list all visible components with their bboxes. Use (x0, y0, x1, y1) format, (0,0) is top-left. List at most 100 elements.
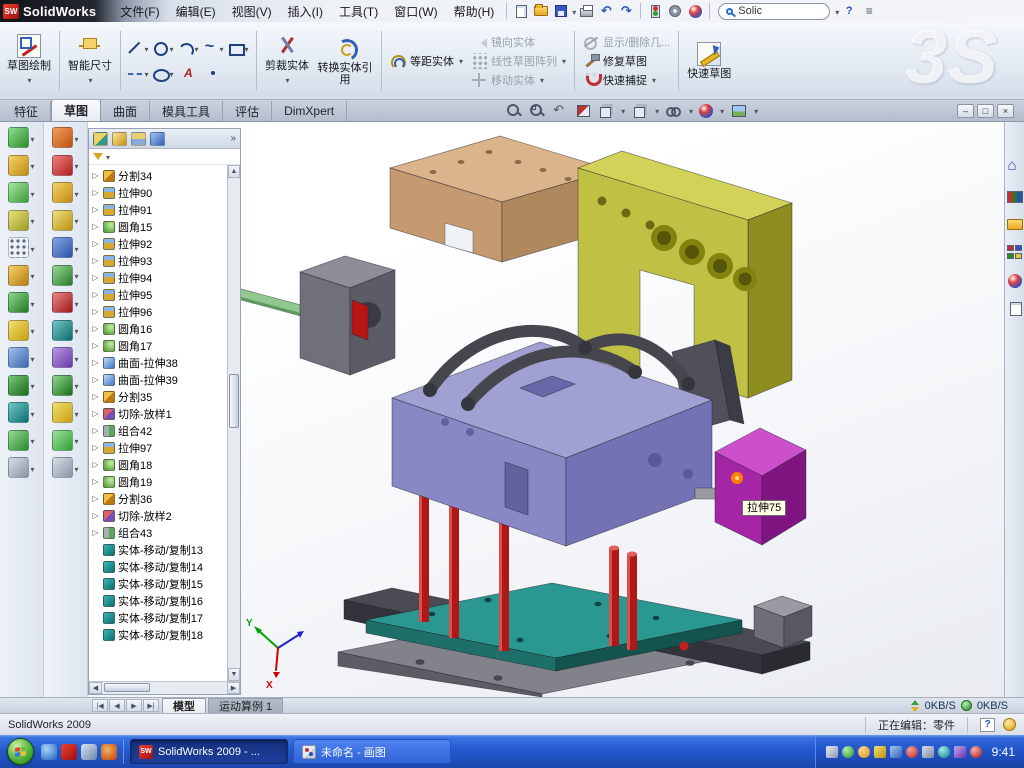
left-toolbar-button[interactable] (8, 375, 34, 396)
centerline-button[interactable] (126, 61, 151, 86)
restore-button[interactable] (977, 104, 994, 118)
expand-arrow-icon[interactable] (91, 256, 100, 265)
part-red-bolt[interactable] (680, 642, 689, 651)
expand-arrow-icon[interactable] (91, 511, 100, 520)
tree-item[interactable]: 拉伸92 (91, 235, 227, 252)
tree-item[interactable]: 切除-放样1 (91, 405, 227, 422)
left-toolbar-button[interactable] (52, 182, 78, 203)
part-support-block[interactable] (754, 596, 812, 648)
configurationmanager-tab-icon[interactable] (131, 132, 146, 146)
last-tab-icon[interactable] (143, 699, 159, 712)
tray-icon-messenger[interactable] (906, 746, 918, 758)
search-input[interactable]: Solic (738, 5, 762, 17)
search-box[interactable]: Solic (718, 3, 830, 20)
zoom-fit-icon[interactable] (505, 102, 522, 118)
tree-item[interactable]: 分割35 (91, 388, 227, 405)
tree-item[interactable]: 圆角18 (91, 456, 227, 473)
ellipse-button[interactable] (151, 61, 176, 86)
edit-appearance-icon[interactable] (685, 2, 705, 20)
menu-edit[interactable]: 编辑(E) (168, 0, 224, 23)
sketch-text-button[interactable] (176, 61, 201, 86)
expand-arrow-icon[interactable] (91, 324, 100, 333)
offset-entities-button[interactable]: 等距实体 (387, 53, 466, 69)
tab-dimxpert[interactable]: DimXpert (272, 101, 347, 121)
left-toolbar-button[interactable] (52, 292, 78, 313)
prev-tab-icon[interactable] (109, 699, 125, 712)
trim-entities-button[interactable]: 剪裁实体 (262, 25, 312, 96)
part-clamp-block[interactable] (300, 256, 395, 375)
tree-item[interactable]: 拉伸91 (91, 201, 227, 218)
left-toolbar-button[interactable] (8, 320, 34, 341)
sketch-button[interactable]: 草图绘制 (4, 25, 54, 96)
left-toolbar-button[interactable] (52, 155, 78, 176)
expand-arrow-icon[interactable] (91, 307, 100, 316)
options-gear-icon[interactable] (665, 2, 685, 20)
left-toolbar-button[interactable] (52, 347, 78, 368)
graphics-area[interactable]: Y X 拉伸75 分割34 拉伸90 拉伸9 (88, 122, 1004, 697)
menu-insert[interactable]: 插入(I) (280, 0, 331, 23)
redo-icon[interactable] (616, 2, 636, 20)
mirror-entities-button[interactable]: 镜向实体 (468, 34, 569, 50)
tree-item[interactable]: 实体-移动/复制18 (91, 626, 227, 643)
help-icon[interactable] (839, 2, 859, 20)
left-toolbar-button[interactable] (8, 265, 34, 286)
rapid-sketch-button[interactable]: 快速草图 (684, 25, 734, 96)
menu-view[interactable]: 视图(V) (224, 0, 280, 23)
convert-entities-button[interactable]: 转换实体引用 (314, 25, 376, 96)
taskbar-window-solidworks[interactable]: SW SolidWorks 2009 - ... (130, 739, 288, 764)
tree-item[interactable]: 实体-移动/复制14 (91, 558, 227, 575)
tray-icon-security-shield[interactable] (874, 746, 886, 758)
expand-arrow-icon[interactable] (91, 239, 100, 248)
open-folder-icon[interactable] (531, 2, 551, 20)
menu-window[interactable]: 窗口(W) (386, 0, 445, 23)
motion-study-tab[interactable]: 运动算例 1 (208, 698, 283, 713)
tree-item[interactable]: 组合43 (91, 524, 227, 541)
tray-icon-download-manager[interactable] (938, 746, 950, 758)
point-button[interactable] (201, 61, 226, 86)
view-orientation-dropdown-icon[interactable] (620, 101, 625, 119)
left-toolbar-button[interactable] (8, 237, 34, 258)
quick-tips-help-icon[interactable] (980, 718, 995, 732)
expand-arrow-icon[interactable] (91, 477, 100, 486)
expand-arrow-icon[interactable] (91, 171, 100, 180)
edit-appearance-ball-icon[interactable] (699, 104, 713, 118)
menu-file[interactable]: 文件(F) (112, 0, 167, 23)
tray-icon-input-method[interactable] (826, 746, 838, 758)
tree-item[interactable]: 拉伸94 (91, 269, 227, 286)
tree-item[interactable]: 拉伸93 (91, 252, 227, 269)
expand-arrow-icon[interactable] (91, 205, 100, 214)
appearances-icon[interactable] (1008, 274, 1022, 288)
tree-item[interactable]: 圆角17 (91, 337, 227, 354)
tree-item[interactable]: 拉伸97 (91, 439, 227, 456)
part-insert-block[interactable] (715, 428, 806, 545)
expand-arrow-icon[interactable] (91, 222, 100, 231)
left-toolbar-button[interactable] (8, 210, 34, 231)
tree-item[interactable]: 曲面-拉伸38 (91, 354, 227, 371)
taskbar-clock[interactable]: 9:41 (992, 745, 1015, 759)
repair-sketch-button[interactable]: 修复草图 (580, 53, 673, 69)
tree-item[interactable]: 拉伸95 (91, 286, 227, 303)
tree-item[interactable]: 实体-移动/复制15 (91, 575, 227, 592)
expand-arrow-icon[interactable] (91, 273, 100, 282)
expand-arrow-icon[interactable] (91, 460, 100, 469)
rebuild-icon[interactable] (645, 2, 665, 20)
left-toolbar-button[interactable] (8, 182, 34, 203)
design-library-icon[interactable] (1007, 191, 1023, 203)
zoom-to-area-icon[interactable] (528, 102, 545, 118)
expand-arrow-icon[interactable] (91, 188, 100, 197)
panel-expand-icon[interactable] (230, 133, 236, 144)
rectangle-button[interactable] (226, 36, 251, 61)
appearance-dropdown-icon[interactable] (719, 101, 724, 119)
tree-item[interactable]: 实体-移动/复制17 (91, 609, 227, 626)
apply-scene-icon[interactable] (730, 102, 747, 118)
featuremanager-tab-icon[interactable] (93, 132, 108, 146)
view-palette-icon[interactable] (1007, 245, 1023, 260)
expand-arrow-icon[interactable] (91, 528, 100, 537)
left-toolbar-button[interactable] (8, 127, 34, 148)
left-toolbar-button[interactable] (52, 430, 78, 451)
tray-icon-graphics[interactable] (954, 746, 966, 758)
left-toolbar-button[interactable] (8, 155, 34, 176)
previous-view-icon[interactable] (551, 102, 568, 118)
expand-arrow-icon[interactable] (91, 409, 100, 418)
section-view-icon[interactable] (574, 102, 591, 118)
